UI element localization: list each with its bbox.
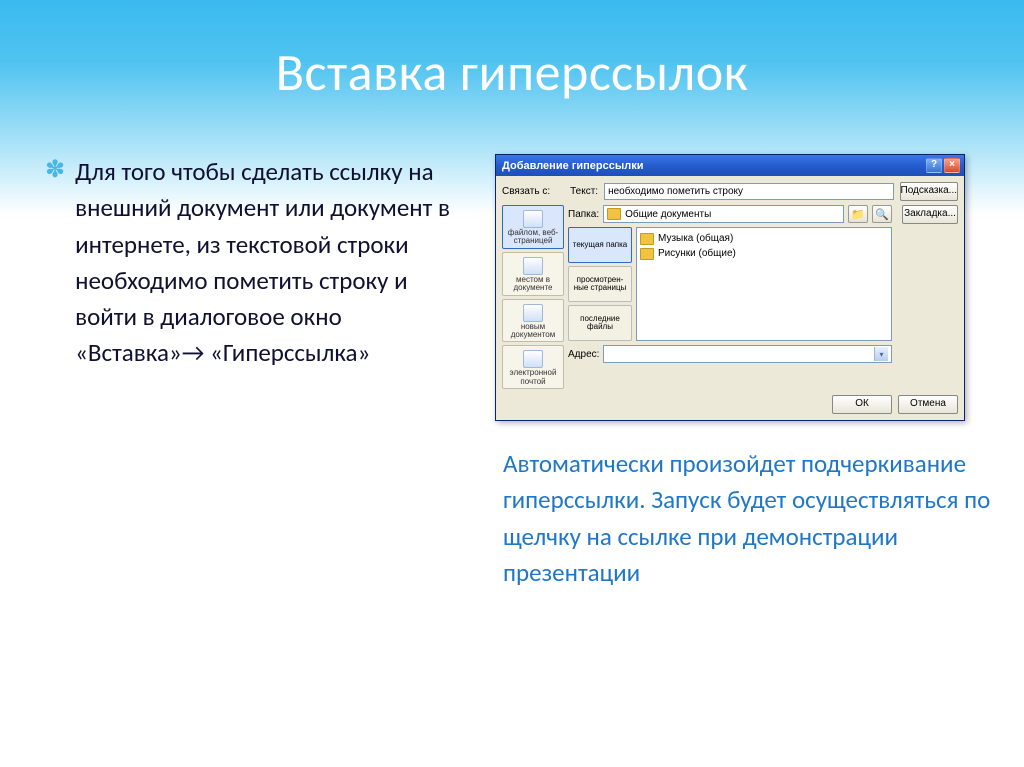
slide-title: Вставка гиперссылок	[0, 0, 1024, 104]
dialog-titlebar: Добавление гиперссылки ? ×	[496, 155, 964, 176]
address-input[interactable]: ▾	[603, 345, 892, 363]
tab-recent-files[interactable]: последние файлы	[568, 305, 632, 341]
folder-row: Папка: Общие документы 📁 🔍	[568, 205, 892, 223]
sidebar-item-file-web[interactable]: файлом, веб-страницей	[502, 205, 564, 249]
link-with-label: Связать с:	[502, 186, 550, 197]
sidebar-item-email[interactable]: электронной почтой	[502, 345, 564, 389]
sidebar-item-label: местом в документе	[513, 275, 552, 292]
right-column: Добавление гиперссылки ? × Связать с: Те…	[495, 154, 994, 591]
titlebar-buttons: ? ×	[926, 158, 960, 173]
sidebar-item-place[interactable]: местом в документе	[502, 252, 564, 296]
list-item[interactable]: Рисунки (общие)	[640, 246, 888, 261]
sidebar-item-label: новым документом	[511, 322, 556, 339]
close-icon[interactable]: ×	[944, 158, 960, 173]
file-name: Музыка (общая)	[658, 233, 733, 244]
chevron-down-icon[interactable]: ▾	[874, 347, 888, 361]
document-icon	[523, 257, 543, 275]
main-paragraph-block: ✽ Для того чтобы сделать ссылку на внешн…	[45, 154, 475, 372]
bullet-icon: ✽	[45, 158, 65, 372]
middle-column: Папка: Общие документы 📁 🔍 текущая папка…	[568, 205, 892, 363]
dialog-footer: ОК Отмена	[502, 395, 958, 414]
mail-icon	[523, 350, 543, 368]
sidebar-item-new-doc[interactable]: новым документом	[502, 299, 564, 343]
cancel-button[interactable]: Отмена	[898, 395, 958, 414]
hyperlink-dialog: Добавление гиперссылки ? × Связать с: Те…	[495, 154, 965, 421]
globe-icon	[523, 210, 543, 228]
right-button-column: Закладка...	[896, 205, 958, 224]
hint-button[interactable]: Подсказка...	[900, 182, 958, 201]
folder-icon	[640, 233, 654, 245]
dialog-body: Связать с: Текст: Подсказка... файлом, в…	[496, 176, 964, 420]
list-item[interactable]: Музыка (общая)	[640, 231, 888, 246]
new-doc-icon	[523, 304, 543, 322]
mid-row: текущая папка просмотрен-ные страницы по…	[568, 227, 892, 341]
note-paragraph: Автоматически произойдет подчеркивание г…	[495, 446, 994, 591]
display-text-input[interactable]	[604, 183, 893, 200]
dialog-title: Добавление гиперссылки	[502, 160, 643, 172]
folder-up-button[interactable]: 📁	[848, 205, 868, 223]
folder-icon	[640, 248, 654, 260]
folder-up-icon: 📁	[851, 208, 865, 221]
tab-browsed-pages[interactable]: просмотрен-ные страницы	[568, 266, 632, 302]
address-label: Адрес:	[568, 349, 599, 360]
magnify-icon: 🔍	[875, 208, 889, 221]
top-row: Связать с: Текст: Подсказка...	[502, 182, 958, 201]
folder-icon	[607, 208, 621, 220]
left-column: ✽ Для того чтобы сделать ссылку на внешн…	[45, 154, 475, 591]
content-row: ✽ Для того чтобы сделать ссылку на внешн…	[0, 104, 1024, 591]
browse-web-button[interactable]: 🔍	[872, 205, 892, 223]
address-row: Адрес: ▾	[568, 345, 892, 363]
help-icon[interactable]: ?	[926, 158, 942, 173]
sidebar-item-label: файлом, веб-страницей	[508, 228, 558, 245]
text-label: Текст:	[570, 186, 598, 197]
main-paragraph: Для того чтобы сделать ссылку на внешний…	[75, 154, 475, 372]
folder-select-value: Общие документы	[625, 209, 711, 220]
tab-current-folder[interactable]: текущая папка	[568, 227, 632, 263]
file-name: Рисунки (общие)	[658, 248, 736, 259]
bookmark-button[interactable]: Закладка...	[902, 205, 958, 224]
link-type-sidebar: файлом, веб-страницей местом в документе…	[502, 205, 564, 389]
ok-button[interactable]: ОК	[832, 395, 892, 414]
folder-select[interactable]: Общие документы	[603, 205, 844, 223]
view-tabs: текущая папка просмотрен-ные страницы по…	[568, 227, 632, 341]
sidebar-item-label: электронной почтой	[510, 368, 557, 385]
file-list[interactable]: Музыка (общая) Рисунки (общие)	[636, 227, 892, 341]
folder-label: Папка:	[568, 209, 599, 220]
